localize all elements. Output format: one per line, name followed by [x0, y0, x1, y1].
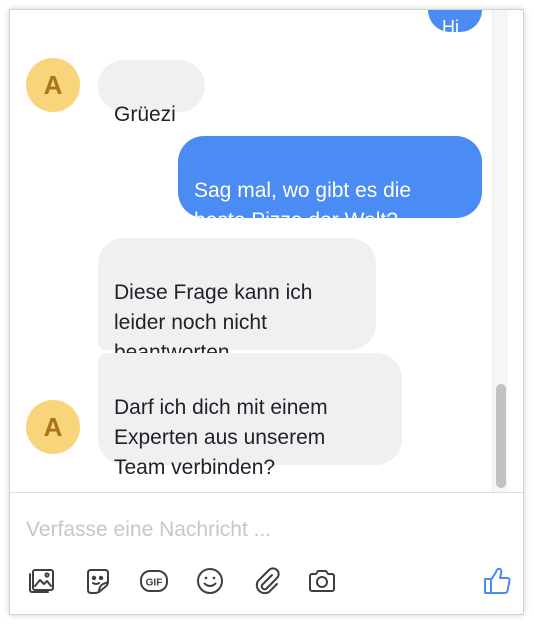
avatar[interactable]: A — [26, 58, 80, 112]
scrollbar-thumb[interactable] — [496, 384, 506, 488]
incoming-message[interactable]: Grüezi — [98, 60, 205, 126]
message-text: Darf ich dich mit einem Experten aus uns… — [114, 396, 328, 479]
message-input[interactable]: Verfasse eine Nachricht ... — [26, 513, 496, 547]
svg-text:GIF: GIF — [146, 578, 163, 589]
avatar-letter: A — [43, 411, 63, 442]
image-icon[interactable] — [24, 563, 60, 599]
composer: Verfasse eine Nachricht ... GIF — [10, 492, 523, 614]
gif-icon[interactable]: GIF — [136, 563, 172, 599]
thumbs-up-icon[interactable] — [480, 563, 516, 599]
outgoing-message[interactable]: Sag mal, wo gibt es die beste Pizza der … — [178, 136, 482, 232]
camera-icon[interactable] — [304, 563, 340, 599]
message-list[interactable]: Hi A Grüezi Sag mal, wo gibt es die best… — [10, 10, 508, 492]
outgoing-message-partial: Hi — [428, 10, 482, 32]
avatar[interactable]: A — [26, 400, 80, 454]
message-text: Hi — [442, 17, 459, 32]
attachment-icon[interactable] — [248, 563, 284, 599]
message-text: Sag mal, wo gibt es die beste Pizza der … — [194, 179, 412, 232]
sticker-icon[interactable] — [80, 563, 116, 599]
avatar-letter: A — [43, 69, 63, 100]
scrollbar[interactable] — [492, 10, 508, 492]
emoji-icon[interactable] — [192, 563, 228, 599]
incoming-message[interactable]: Diese Frage kann ich leider noch nicht b… — [98, 238, 376, 364]
message-text: Diese Frage kann ich leider noch nicht b… — [114, 281, 313, 364]
messenger-window: Hi A Grüezi Sag mal, wo gibt es die best… — [9, 9, 524, 615]
message-input-placeholder: Verfasse eine Nachricht ... — [26, 518, 272, 541]
message-text: Grüezi — [114, 103, 176, 126]
incoming-message[interactable]: Darf ich dich mit einem Experten aus uns… — [98, 353, 402, 479]
